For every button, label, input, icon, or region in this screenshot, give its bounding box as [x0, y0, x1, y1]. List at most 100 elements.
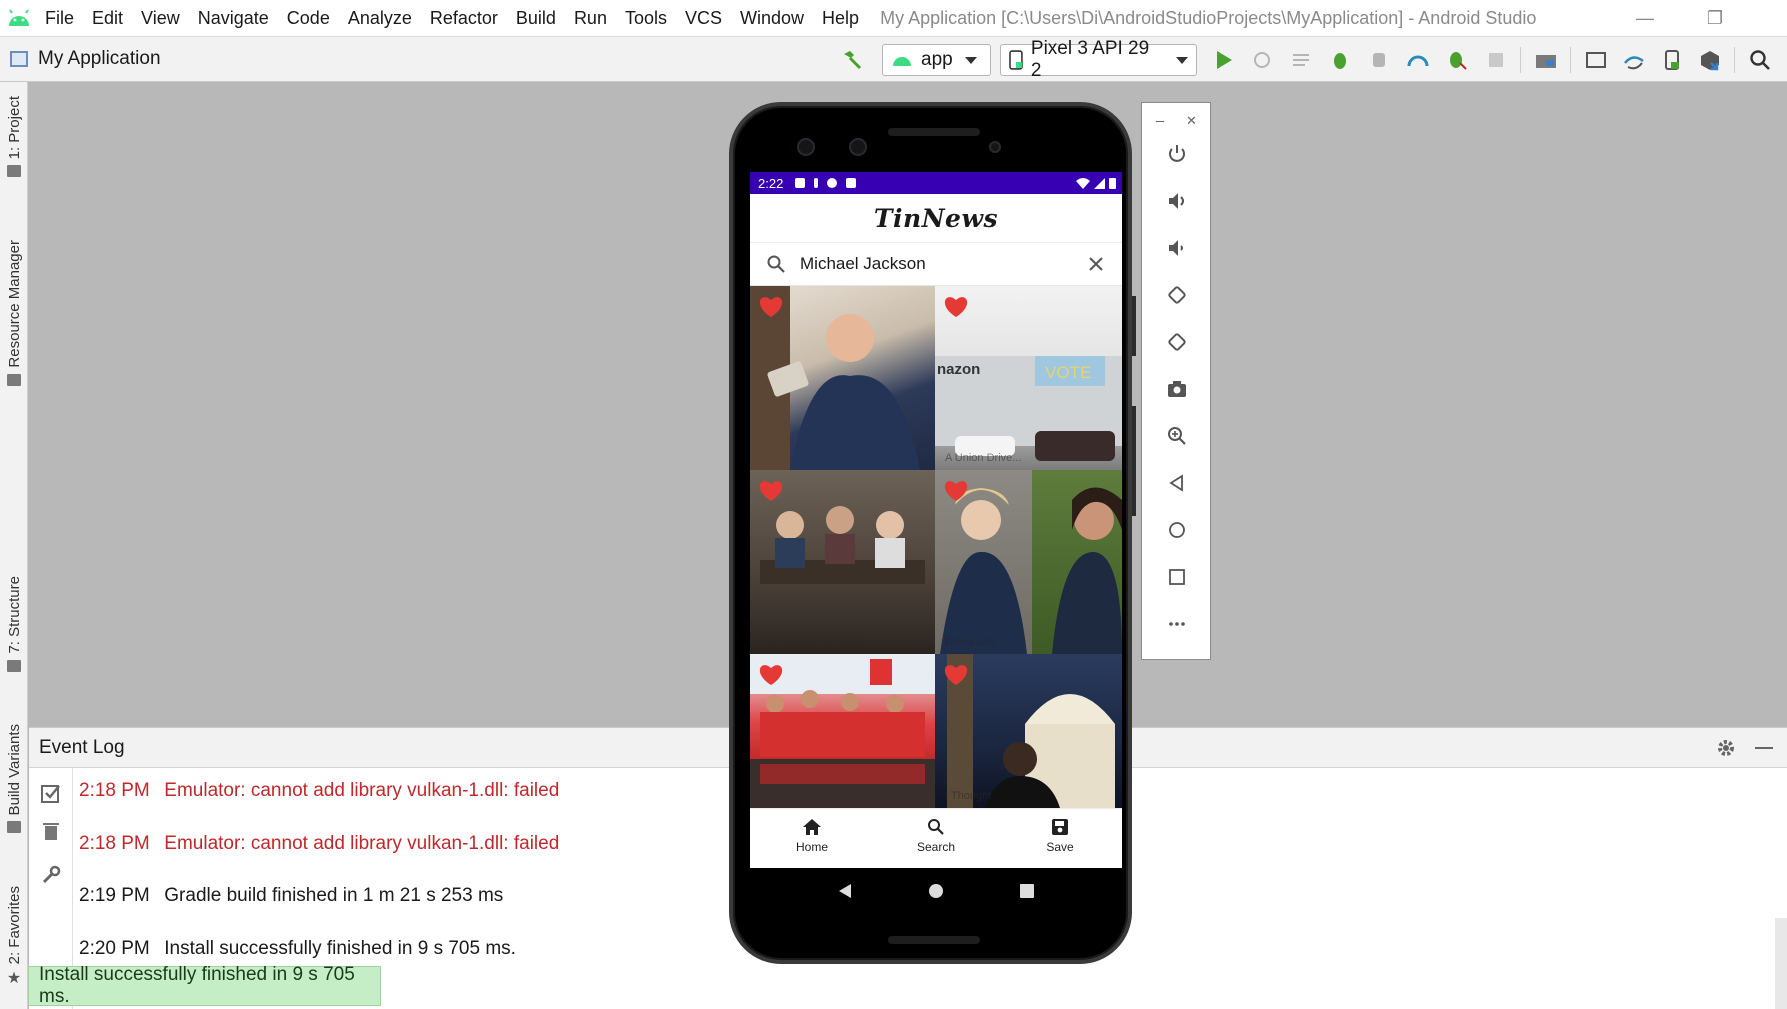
- event-log-scrollbar[interactable]: [1775, 918, 1787, 1009]
- more-icon[interactable]: [1164, 611, 1190, 637]
- article-photo: [1052, 487, 1122, 654]
- gear-icon[interactable]: [1715, 737, 1737, 765]
- menu-tools[interactable]: Tools: [616, 0, 676, 36]
- nav-save[interactable]: Save: [998, 809, 1122, 862]
- camera-icon[interactable]: [1164, 376, 1190, 402]
- trash-icon[interactable]: [40, 820, 62, 842]
- build-variants-icon: [7, 821, 21, 834]
- volume-up-icon[interactable]: [1164, 188, 1190, 214]
- log-message: Emulator: cannot add library vulkan-1.dl…: [164, 833, 560, 854]
- project-structure-icon[interactable]: [1532, 46, 1560, 74]
- news-tile[interactable]: [750, 654, 935, 808]
- rotate-left-icon[interactable]: [1164, 282, 1190, 308]
- minimize-icon[interactable]: [1156, 121, 1164, 122]
- log-message: Gradle build finished in 1 m 21 s 253 ms: [164, 885, 504, 906]
- event-log-title: Event Log: [39, 736, 125, 758]
- menu-analyze[interactable]: Analyze: [339, 0, 421, 36]
- back-icon[interactable]: [837, 883, 853, 899]
- menu-window[interactable]: Window: [731, 0, 813, 36]
- news-tile[interactable]: The Vaccine in Israel: [750, 470, 935, 654]
- svg-text:nazon: nazon: [937, 361, 980, 378]
- heart-icon[interactable]: [758, 662, 784, 686]
- news-tile[interactable]: Diana and...: [935, 470, 1032, 654]
- heart-icon[interactable]: [943, 294, 969, 318]
- log-time: 2:19 PM: [79, 885, 150, 906]
- nav-home[interactable]: Home: [750, 809, 874, 862]
- close-icon[interactable]: ✕: [1186, 113, 1197, 129]
- apply-changes-restart-icon[interactable]: [1248, 46, 1276, 74]
- power-icon[interactable]: [1164, 141, 1190, 167]
- search-everywhere-icon[interactable]: [1746, 46, 1774, 74]
- menu-code[interactable]: Code: [278, 0, 339, 36]
- hide-panel-icon[interactable]: [1755, 747, 1773, 749]
- menu-navigate[interactable]: Navigate: [189, 0, 278, 36]
- tab-structure[interactable]: 7: Structure: [0, 576, 28, 672]
- menu-build[interactable]: Build: [507, 0, 565, 36]
- minimize-button[interactable]: —: [1615, 0, 1675, 36]
- log-entry: 2:19 PM Gradle build finished in 1 m 21 …: [79, 885, 503, 907]
- resources-icon: [7, 373, 21, 386]
- attach-debugger-icon[interactable]: [1443, 46, 1471, 74]
- menu-view[interactable]: View: [132, 0, 189, 36]
- menu-file[interactable]: File: [36, 0, 83, 36]
- tab-resource-manager[interactable]: Resource Manager: [0, 240, 28, 386]
- heart-icon[interactable]: [943, 478, 969, 502]
- menu-help[interactable]: Help: [813, 0, 868, 36]
- home-circle-icon[interactable]: [928, 883, 944, 899]
- tab-favorites[interactable]: 2: Favorites ★: [0, 886, 28, 988]
- menu-refactor[interactable]: Refactor: [421, 0, 507, 36]
- star-icon: ★: [6, 970, 22, 988]
- tab-project[interactable]: 1: Project: [0, 96, 28, 178]
- emulator-controls-panel: ✕: [1141, 102, 1211, 660]
- log-time: 2:18 PM: [79, 780, 150, 801]
- overview-icon[interactable]: [1019, 883, 1035, 899]
- wrench-icon[interactable]: [40, 864, 62, 886]
- device-file-explorer-icon[interactable]: [1582, 46, 1610, 74]
- notification-balloon[interactable]: Install successfully finished in 9 s 705…: [28, 964, 381, 1007]
- menu-edit[interactable]: Edit: [83, 0, 132, 36]
- news-tile[interactable]: [750, 286, 935, 470]
- heart-icon[interactable]: [758, 478, 784, 502]
- search-query[interactable]: Michael Jackson: [800, 254, 926, 274]
- sync-gradle-icon[interactable]: [1620, 46, 1648, 74]
- rotate-right-icon[interactable]: [1164, 329, 1190, 355]
- volume-down-icon[interactable]: [1164, 235, 1190, 261]
- apply-code-changes-icon[interactable]: [1287, 46, 1315, 74]
- nav-search[interactable]: Search: [874, 809, 998, 862]
- heart-icon[interactable]: [758, 294, 784, 318]
- news-tile[interactable]: nazon VOTE A Union Drive...: [935, 286, 1122, 470]
- home-circle-icon[interactable]: [1164, 517, 1190, 543]
- overview-icon[interactable]: [1164, 564, 1190, 590]
- run-icon[interactable]: [1210, 46, 1238, 74]
- menu-run[interactable]: Run: [565, 0, 616, 36]
- menu-vcs[interactable]: VCS: [676, 0, 731, 36]
- debug-icon[interactable]: [1326, 46, 1354, 74]
- zoom-icon[interactable]: [1164, 423, 1190, 449]
- tab-build-variants[interactable]: Build Variants: [0, 724, 28, 834]
- restore-button[interactable]: ❐: [1685, 0, 1745, 36]
- search-icon: [928, 818, 944, 835]
- device-select[interactable]: Pixel 3 API 29 2: [1000, 38, 1197, 81]
- make-project-hammer-icon[interactable]: [838, 46, 866, 74]
- project-folder-icon: [10, 51, 28, 67]
- heart-icon[interactable]: [943, 662, 969, 686]
- search-field[interactable]: Michael Jackson: [750, 243, 1122, 286]
- sdk-manager-icon[interactable]: [1696, 46, 1724, 74]
- profile-icon[interactable]: [1365, 46, 1393, 74]
- article-caption: A Union Drive...: [945, 452, 1022, 464]
- home-icon: [803, 818, 821, 835]
- mark-all-read-icon[interactable]: [40, 782, 62, 804]
- avd-manager-icon[interactable]: [1658, 46, 1686, 74]
- close-icon[interactable]: [1086, 254, 1106, 274]
- emulator-phone-frame: 2:22 TinNews Michael Jackson nazon VOTE …: [729, 102, 1136, 964]
- news-tile[interactable]: [1032, 470, 1122, 654]
- run-config-select[interactable]: app: [882, 44, 991, 76]
- stop-icon[interactable]: [1482, 46, 1510, 74]
- back-icon[interactable]: [1164, 470, 1190, 496]
- profiler-gauge-icon[interactable]: [1404, 46, 1432, 74]
- article-caption: Diana and...: [945, 636, 1005, 648]
- phone-screen[interactable]: 2:22 TinNews Michael Jackson nazon VOTE …: [750, 172, 1122, 868]
- news-tile[interactable]: I Thought: [935, 654, 1122, 808]
- project-breadcrumb[interactable]: My Application: [10, 48, 161, 70]
- folder-icon: [7, 165, 21, 178]
